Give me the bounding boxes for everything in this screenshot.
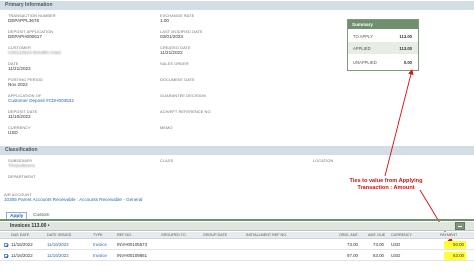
type-cell[interactable]: Invoice <box>93 240 107 250</box>
annotation-text: Ties to value from Applying Transaction … <box>349 178 423 191</box>
orig-amt-cell: 73.00 <box>347 242 358 247</box>
amt-due-cell: 73.00 <box>373 242 384 247</box>
currency-cell: USD <box>391 242 401 247</box>
col-group-date[interactable]: GROUP DATE <box>203 232 227 239</box>
invoices-bar[interactable]: Invoices 113.00 • <box>0 222 474 231</box>
col-payment[interactable]: PAYMENT <box>440 232 457 239</box>
table-row: 11/16/2022 11/16/2022 Invoice INVH001055… <box>0 240 474 250</box>
invoices-label[interactable]: Invoices 113.00 • <box>10 223 50 229</box>
type-cell[interactable]: Invoice <box>93 251 107 261</box>
payment-value: 63.00 <box>453 253 464 258</box>
ref-no-cell: INVH00105573 <box>117 242 148 247</box>
amt-due-cell: 63.00 <box>373 253 384 258</box>
collapse-button[interactable] <box>455 222 465 230</box>
tab-divider <box>0 219 474 221</box>
due-date-cell: 11/16/2022 <box>11 253 33 258</box>
subtabs: Apply Custom <box>0 212 474 219</box>
col-currency[interactable]: CURRENCY <box>391 232 412 239</box>
due-date-cell: 11/16/2022 <box>11 242 33 247</box>
col-grouped-to[interactable]: GROUPED TO <box>161 232 186 239</box>
date-issued-cell[interactable]: 11/16/2022 <box>47 251 69 261</box>
col-ref-no[interactable]: REF NO. <box>117 232 132 239</box>
currency-cell: USD <box>391 253 401 258</box>
tab-apply[interactable]: Apply <box>6 212 28 219</box>
apply-checkbox[interactable] <box>4 254 8 258</box>
payment-cell[interactable]: 50.00 <box>444 241 466 249</box>
col-due-date[interactable]: DUE DATE <box>11 232 29 239</box>
table-row: 11/16/2022 11/16/2022 Invoice INVH001098… <box>0 251 474 261</box>
ref-no-cell: INVH00109861 <box>117 253 148 258</box>
col-type[interactable]: TYPE <box>93 232 103 239</box>
col-installment-ref[interactable]: INSTALLMENT REF NO. <box>246 232 287 239</box>
payment-value: 50.00 <box>453 242 464 247</box>
tab-custom[interactable]: Custom <box>30 212 53 219</box>
apply-checkbox[interactable] <box>4 243 8 247</box>
col-date-issued[interactable]: DATE ISSUED <box>47 232 71 239</box>
col-amt-due[interactable]: AMT. DUE <box>368 232 385 239</box>
date-issued-cell[interactable]: 11/16/2022 <box>47 240 69 250</box>
payment-cell[interactable]: 63.00 <box>444 252 466 260</box>
minus-icon <box>458 226 462 227</box>
orig-amt-cell: 97.00 <box>347 253 358 258</box>
col-orig-amt[interactable]: ORIG. AMT. <box>339 232 359 239</box>
apply-table-header: DUE DATE DATE ISSUED TYPE REF NO. GROUPE… <box>0 232 474 239</box>
